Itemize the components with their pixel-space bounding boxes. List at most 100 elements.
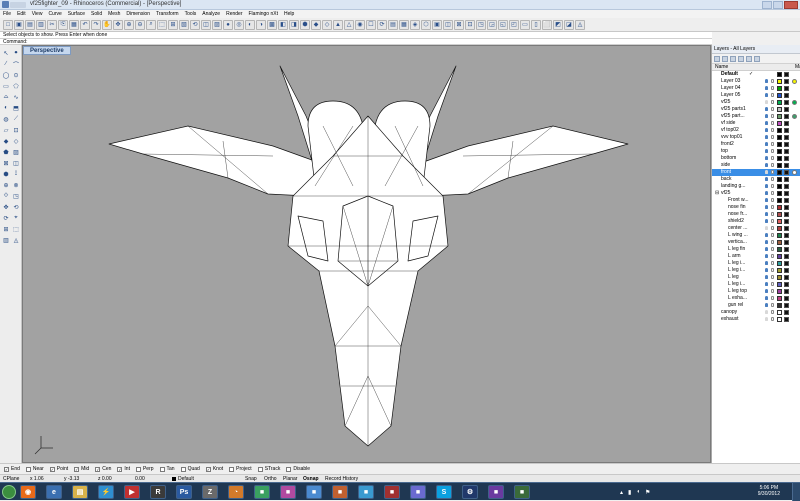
lock-icon[interactable] [771,303,774,307]
toolbar-icon[interactable]: ◩ [553,19,563,30]
taskbar-photoshop-icon[interactable]: Ps [176,485,192,499]
toolbar-icon[interactable]: ◨ [289,19,299,30]
lock-icon[interactable] [771,149,774,153]
layer-linetype-swatch[interactable] [784,282,789,287]
toolbar-icon[interactable]: ◰ [509,19,519,30]
visibility-bulb-icon[interactable] [765,226,768,230]
layer-linetype-swatch[interactable] [784,191,789,196]
lock-icon[interactable] [771,310,774,314]
lock-icon[interactable] [771,240,774,244]
layer-color-swatch[interactable] [777,86,782,91]
toolbar-icon[interactable]: ↷ [91,19,101,30]
tool-icon[interactable]: ∕ [2,60,10,68]
toolbar-icon[interactable]: ⬚ [157,19,167,30]
layer-row[interactable]: bottom [712,155,800,162]
taskbar-skype-icon[interactable]: S [436,485,452,499]
visibility-bulb-icon[interactable] [765,79,768,83]
layer-row[interactable]: canopy [712,309,800,316]
layer-color-swatch[interactable] [777,107,782,112]
layer-color-swatch[interactable] [777,135,782,140]
checkbox[interactable] [286,466,292,472]
layer-row[interactable]: nose fin [712,204,800,211]
viewport-tab[interactable]: Perspective [23,46,71,55]
toolbar-icon[interactable]: ⊕ [124,19,134,30]
layer-linetype-swatch[interactable] [784,128,789,133]
toolbar-icon[interactable]: ◱ [498,19,508,30]
expand-toggle-icon[interactable]: ⊟ [715,190,719,197]
tray-icon[interactable]: ▴ [620,489,623,496]
layer-color-swatch[interactable] [777,72,782,77]
menu-file[interactable]: File [3,11,11,17]
layer-linetype-swatch[interactable] [784,100,789,105]
layer-linetype-swatch[interactable] [784,212,789,217]
taskbar-app-icon[interactable]: ■ [514,485,530,499]
osnap-quad[interactable]: Quad [180,466,200,472]
visibility-bulb-icon[interactable] [765,205,768,209]
toolbar-icon[interactable]: ↶ [80,19,90,30]
visibility-bulb-icon[interactable] [765,149,768,153]
layer-color-swatch[interactable] [777,233,782,238]
lock-icon[interactable] [771,128,774,132]
menu-solid[interactable]: Solid [91,11,102,17]
toolbar-icon[interactable]: ▯ [531,19,541,30]
tool-icon[interactable]: ◳ [12,192,20,200]
visibility-bulb-icon[interactable] [765,268,768,272]
layer-linetype-swatch[interactable] [784,226,789,231]
lock-icon[interactable] [771,268,774,272]
taskbar-app-icon[interactable]: ■ [254,485,270,499]
toolbar-icon[interactable]: ▤ [25,19,35,30]
layer-row[interactable]: vf25 part... [712,113,800,120]
toolbar-icon[interactable]: ▥ [36,19,46,30]
taskbar-app-icon[interactable]: ■ [306,485,322,499]
layer-row[interactable]: L leg fin [712,246,800,253]
layer-color-swatch[interactable] [777,282,782,287]
layer-linetype-swatch[interactable] [784,142,789,147]
tool-icon[interactable]: ▱ [2,126,10,134]
taskbar-blender-icon[interactable]: ◔ [228,485,244,499]
layer-row[interactable]: Layer 05 [712,92,800,99]
visibility-bulb-icon[interactable] [765,317,768,321]
menu-tools[interactable]: Tools [185,11,197,17]
toolbar-icon[interactable]: ☐ [366,19,376,30]
layer-row[interactable]: L leg i... [712,281,800,288]
tool-icon[interactable]: ⊞ [2,225,10,233]
lock-icon[interactable] [771,121,774,125]
start-button[interactable] [2,485,16,499]
toolbar-icon[interactable]: ▦ [69,19,79,30]
layer-linetype-swatch[interactable] [784,114,789,119]
layer-linetype-swatch[interactable] [784,121,789,126]
clock[interactable]: 5:06 PM 9/30/2012 [758,485,780,497]
tool-icon[interactable]: ◆ [2,137,10,145]
checkbox[interactable] [159,466,165,472]
lock-icon[interactable] [771,107,774,111]
tool-icon[interactable]: ◍ [2,115,10,123]
toolbar-icon[interactable]: ⊡ [465,19,475,30]
toolbar-icon[interactable]: ✥ [113,19,123,30]
tray-flag-icon[interactable]: ⚑ [645,489,650,496]
tool-icon[interactable]: ▨ [12,148,20,156]
checkbox[interactable] [229,466,235,472]
visibility-bulb-icon[interactable] [765,282,768,286]
layer-color-swatch[interactable] [777,177,782,182]
layer-linetype-swatch[interactable] [784,303,789,308]
layer-color-swatch[interactable] [777,247,782,252]
toolbar-icon[interactable]: ▦ [399,19,409,30]
layer-linetype-swatch[interactable] [784,268,789,273]
layer-color-swatch[interactable] [777,93,782,98]
layer-color-swatch[interactable] [777,114,782,119]
menu-flamingo-nxt[interactable]: Flamingo nXt [249,11,278,17]
layer-row[interactable]: gun rel [712,302,800,309]
tool-icon[interactable]: ⊡ [12,126,20,134]
layer-linetype-swatch[interactable] [784,289,789,294]
visibility-bulb-icon[interactable] [765,240,768,244]
lock-icon[interactable] [771,254,774,258]
toolbar-icon[interactable]: ◳ [476,19,486,30]
lock-icon[interactable] [771,317,774,321]
tool-icon[interactable]: ⟲ [12,203,20,211]
filter-icon[interactable] [754,55,760,62]
toolbar-icon[interactable]: ⊞ [168,19,178,30]
toolbar-icon[interactable]: □ [3,19,13,30]
visibility-bulb-icon[interactable] [765,100,768,104]
layer-linetype-swatch[interactable] [784,86,789,91]
menu-mesh[interactable]: Mesh [108,11,120,17]
